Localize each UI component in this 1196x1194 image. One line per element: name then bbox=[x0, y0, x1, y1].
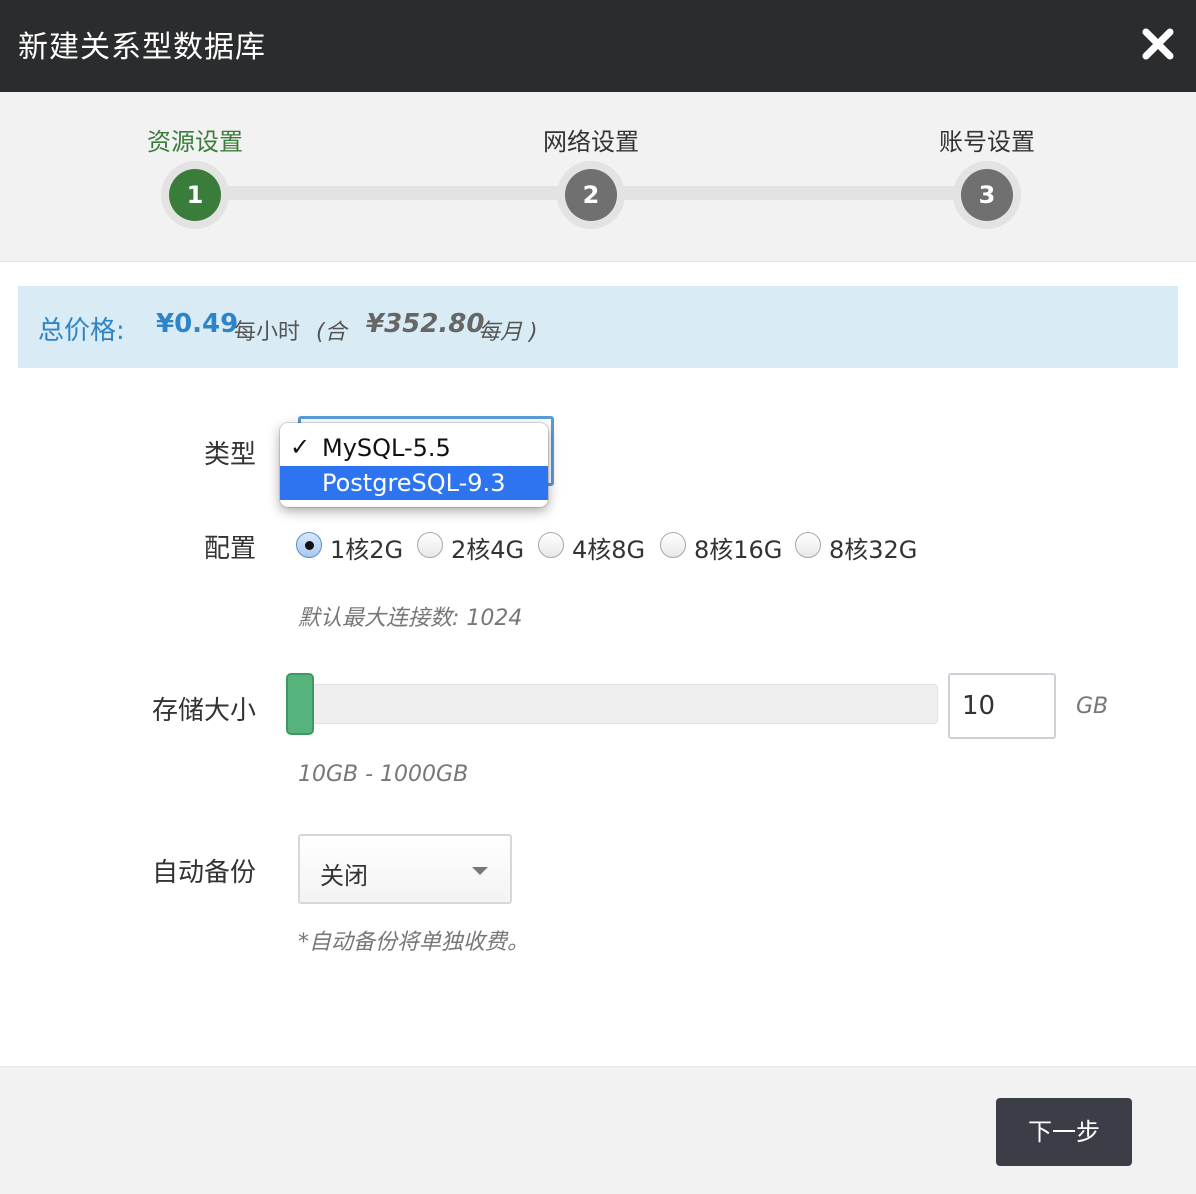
price-paren-open: (合 bbox=[316, 320, 347, 345]
price-monthly: ¥352.80 bbox=[366, 309, 485, 339]
step-label: 资源设置 bbox=[147, 128, 243, 156]
config-label: 配置 bbox=[203, 534, 256, 564]
storage-range-hint: 10GB - 1000GB bbox=[298, 762, 469, 787]
backup-select[interactable]: 关闭 bbox=[298, 834, 512, 904]
dropdown-option-postgresql[interactable]: PostgreSQL-9.3 bbox=[280, 466, 548, 500]
backup-select-value: 关闭 bbox=[320, 862, 368, 890]
step-number: 3 bbox=[961, 169, 1013, 221]
radio-label: 1核2G bbox=[330, 536, 404, 564]
close-icon[interactable] bbox=[1138, 24, 1178, 64]
radio-circle bbox=[417, 532, 443, 558]
radio-circle bbox=[538, 532, 564, 558]
storage-size-input[interactable] bbox=[948, 673, 1056, 739]
step-label: 网络设置 bbox=[543, 128, 639, 156]
wizard-steps: 资源设置 1 网络设置 2 账号设置 3 bbox=[0, 92, 1196, 262]
option-label: PostgreSQL-9.3 bbox=[322, 469, 506, 497]
storage-slider-handle[interactable] bbox=[286, 673, 314, 735]
radio-circle bbox=[660, 532, 686, 558]
price-hourly: ¥0.49 bbox=[156, 309, 239, 339]
dialog-header: 新建关系型数据库 bbox=[0, 0, 1196, 92]
config-hint: 默认最大连接数: 1024 bbox=[298, 606, 523, 631]
storage-unit: GB bbox=[1076, 694, 1109, 719]
price-hourly-unit: 每小时 bbox=[234, 320, 301, 345]
checkmark-icon: ✓ bbox=[290, 433, 311, 461]
radio-label: 4核8G bbox=[572, 536, 646, 564]
storage-label: 存储大小 bbox=[151, 696, 256, 726]
step-number: 2 bbox=[565, 169, 617, 221]
type-label: 类型 bbox=[203, 440, 256, 470]
price-label: 总价格: bbox=[38, 316, 125, 346]
backup-hint: *自动备份将单独收费。 bbox=[298, 930, 530, 955]
step-label: 账号设置 bbox=[939, 128, 1035, 156]
radio-label: 8核16G bbox=[694, 536, 783, 564]
type-dropdown-menu: ✓ MySQL-5.5 PostgreSQL-9.3 bbox=[280, 423, 548, 507]
dialog-title: 新建关系型数据库 bbox=[18, 30, 266, 65]
step-account: 账号设置 3 bbox=[887, 92, 1087, 262]
step-resource: 资源设置 1 bbox=[95, 92, 295, 262]
dropdown-option-mysql[interactable]: ✓ MySQL-5.5 bbox=[280, 431, 548, 465]
price-monthly-unit: 每月 ) bbox=[478, 320, 538, 345]
price-banner: 总价格: ¥0.49 每小时 (合 ¥352.80 每月 ) bbox=[18, 286, 1178, 368]
option-label: MySQL-5.5 bbox=[322, 434, 451, 462]
next-button[interactable]: 下一步 bbox=[996, 1098, 1132, 1166]
step-network: 网络设置 2 bbox=[491, 92, 691, 262]
radio-label: 8核32G bbox=[829, 536, 918, 564]
chevron-down-icon bbox=[472, 867, 488, 875]
backup-label: 自动备份 bbox=[151, 858, 256, 888]
step-number: 1 bbox=[169, 169, 221, 221]
radio-circle bbox=[795, 532, 821, 558]
radio-label: 2核4G bbox=[451, 536, 525, 564]
storage-slider-track[interactable] bbox=[288, 684, 938, 724]
radio-circle bbox=[296, 532, 322, 558]
